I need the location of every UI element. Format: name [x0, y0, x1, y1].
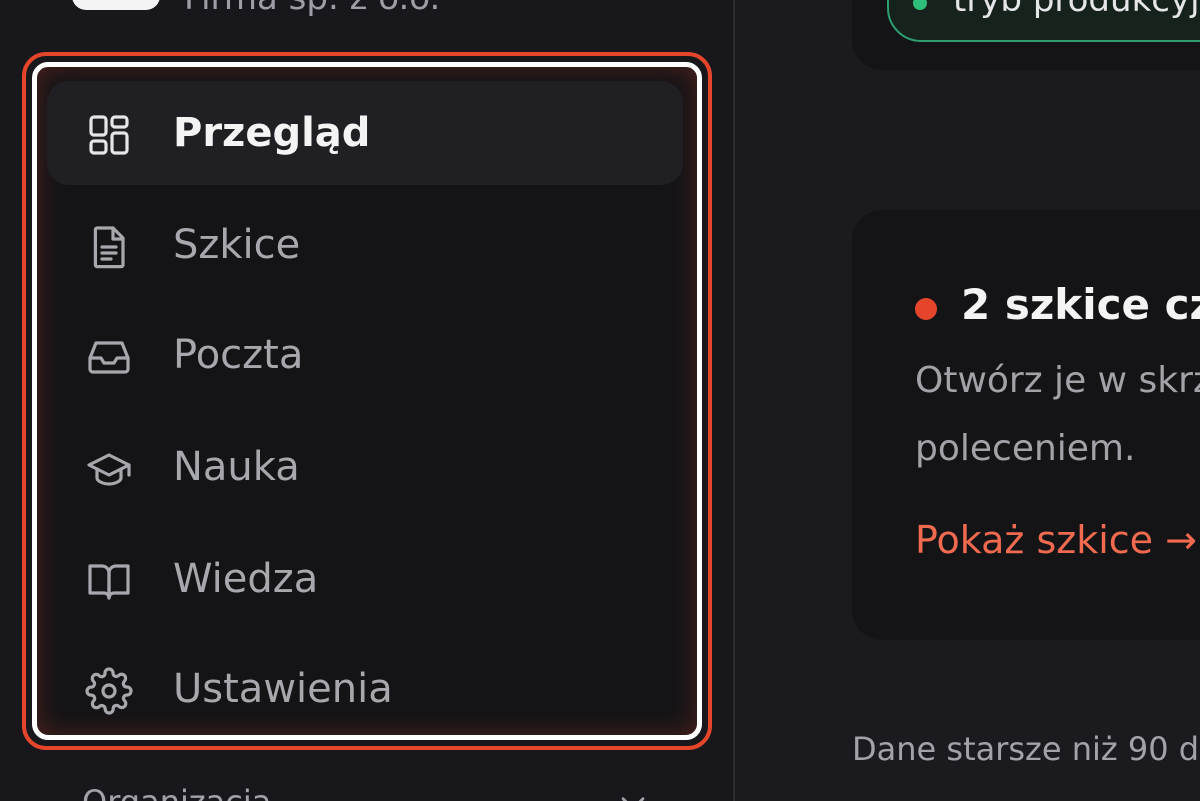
- nav-item-ustawienia[interactable]: Ustawienia: [47, 637, 683, 735]
- nav-label-szkice: Szkice: [173, 222, 301, 268]
- drafts-alert-card: [852, 210, 1200, 640]
- sidebar: Firma sp. z o.o. Przegląd: [0, 0, 735, 801]
- graduation-cap-icon: [85, 445, 133, 493]
- document-icon: [85, 223, 133, 271]
- show-drafts-link[interactable]: Pokaż szkice →: [915, 518, 1197, 562]
- alert-title: 2 szkice czekają: [961, 280, 1200, 329]
- chevron-down-icon[interactable]: [616, 786, 650, 801]
- main-content: tryb produkcyjny 2 szkice czekają Otwórz…: [737, 0, 1200, 801]
- nav-item-nauka[interactable]: Nauka: [47, 415, 683, 519]
- nav-item-poczta[interactable]: Poczta: [47, 303, 683, 407]
- sidebar-nav: Przegląd Szkice Poczta Nauka Wiedza Usta…: [32, 62, 702, 740]
- org-logo[interactable]: [72, 0, 160, 10]
- alert-description-continued: poleceniem.: [915, 428, 1136, 469]
- inbox-icon: [85, 333, 133, 381]
- dashboard-icon: [85, 111, 133, 159]
- gear-icon: [85, 667, 133, 715]
- book-icon: [85, 557, 133, 605]
- alert-description: Otwórz je w skrzynce: [915, 360, 1200, 401]
- nav-label-przeglad: Przegląd: [173, 110, 371, 156]
- alert-dot: [915, 298, 937, 320]
- org-name: Firma sp. z o.o.: [184, 0, 440, 18]
- retention-note: Dane starsze niż 90 dni: [852, 730, 1200, 768]
- nav-highlight-frame: Przegląd Szkice Poczta Nauka Wiedza Usta…: [22, 52, 712, 750]
- nav-label-nauka: Nauka: [173, 444, 300, 490]
- status-text: tryb produkcyjny: [953, 0, 1200, 20]
- section-label-organizacja[interactable]: Organizacja: [82, 783, 271, 801]
- nav-label-ustawienia: Ustawienia: [173, 666, 393, 712]
- nav-label-wiedza: Wiedza: [173, 556, 319, 602]
- nav-item-szkice[interactable]: Szkice: [47, 193, 683, 297]
- nav-item-wiedza[interactable]: Wiedza: [47, 527, 683, 631]
- nav-label-poczta: Poczta: [173, 332, 304, 378]
- nav-item-przeglad[interactable]: Przegląd: [47, 81, 683, 185]
